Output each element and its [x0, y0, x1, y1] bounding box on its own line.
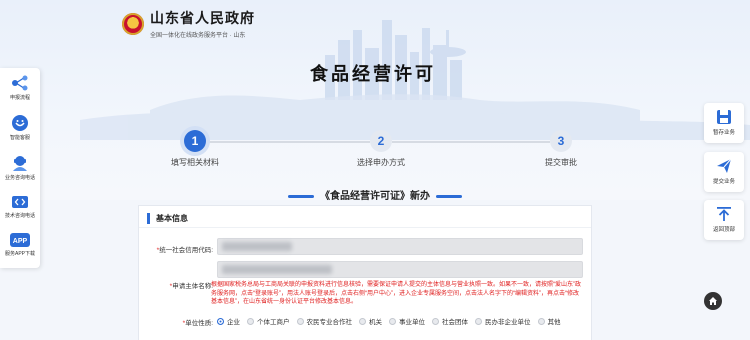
radio-option[interactable]: 机关 [359, 316, 382, 326]
home-button[interactable] [704, 292, 722, 310]
back-to-top-icon [717, 207, 731, 221]
assistant-icon [12, 115, 28, 131]
radio-unchecked-icon [432, 317, 439, 325]
radio-option[interactable]: 农民专业合作社 [296, 316, 352, 326]
save-draft-button[interactable]: 暂存业务 [704, 103, 744, 143]
radio-checked-icon [217, 317, 224, 325]
radio-unchecked-icon [247, 317, 254, 325]
credit-code-label: *统一社会信用代码: [156, 247, 213, 254]
redacted-value [222, 242, 292, 251]
radio-unchecked-icon [359, 317, 366, 325]
left-nav-assistant[interactable]: 智能客服 [0, 114, 40, 141]
send-icon [717, 158, 732, 173]
step-3-circle: 3 [550, 130, 572, 152]
divider [139, 227, 591, 228]
left-nav-business-phone[interactable]: 业务咨询电话 [0, 154, 40, 181]
left-floating-nav: 申报流程 智能客服 业务咨询电话 技术咨询电话 APP 服务APP下载 [0, 68, 40, 268]
submit-button[interactable]: 提交业务 [704, 152, 744, 192]
radio-unchecked-icon [389, 317, 396, 325]
radio-option[interactable]: 民办非企业单位 [475, 316, 531, 326]
flow-icon [12, 75, 28, 91]
site-subtitle: 全国一体化在线政务服务平台 · 山东 [150, 33, 246, 39]
svg-text:APP: APP [13, 238, 28, 245]
radio-unchecked-icon [475, 317, 482, 325]
heading-decoration [288, 194, 314, 198]
app-icon: APP [10, 233, 30, 247]
validation-notice: 根据国家税务总局与工商局关联的申报资料进行信息核验，需要保证申请人提交的主体信息… [211, 282, 581, 305]
entity-name-label: *申请主体名称: [169, 283, 213, 290]
step-1-circle: 1 [184, 130, 206, 152]
radio-option[interactable]: 社会团体 [432, 316, 468, 326]
back-to-top-button[interactable]: 返回顶部 [704, 200, 744, 240]
government-emblem-icon [122, 12, 144, 35]
left-nav-tech-phone[interactable]: 技术咨询电话 [0, 194, 40, 219]
step-1-label: 填写相关材料 [171, 158, 219, 167]
left-nav-flow[interactable]: 申报流程 [0, 74, 40, 101]
radio-option[interactable]: 企业 [217, 316, 240, 326]
site-brand[interactable]: 山东省人民政府 全国一体化在线政务服务平台 · 山东 [122, 8, 255, 39]
home-icon [709, 297, 717, 305]
step-2-circle: 2 [370, 130, 392, 152]
unit-nature-radio-group: 企业 个体工商户 农民专业合作社 机关 事业单位 社会团体 民办非企业单位 其他 [217, 316, 561, 326]
basic-info-card: 基本信息 *统一社会信用代码: *申请主体名称: 根据国家税务总局与工商局关联的… [138, 205, 592, 340]
form-heading: 《食品经营许可证》新办 [0, 187, 750, 202]
unit-nature-label: *单位性质: [182, 320, 213, 327]
code-icon [12, 196, 28, 208]
step-3-label: 提交审批 [545, 158, 577, 167]
progress-steps: 1 填写相关材料 2 选择申办方式 3 提交审批 [0, 130, 750, 180]
radio-option[interactable]: 事业单位 [389, 316, 425, 326]
step-connector [392, 141, 550, 143]
section-title: 基本信息 [147, 213, 188, 224]
credit-code-field[interactable] [217, 238, 583, 255]
site-name: 山东省人民政府 [150, 10, 255, 26]
radio-option[interactable]: 其他 [537, 316, 561, 326]
redacted-value [222, 265, 332, 274]
heading-decoration [436, 194, 462, 198]
step-connector [206, 141, 370, 143]
page-title: 食品经营许可 [310, 64, 436, 85]
step-2-label: 选择申办方式 [357, 158, 405, 167]
radio-unchecked-icon [537, 317, 545, 325]
consult-icon [13, 156, 27, 171]
left-nav-app-download[interactable]: APP 服务APP下载 [0, 232, 40, 257]
save-icon [717, 110, 731, 124]
form-heading-text: 《食品经营许可证》新办 [320, 191, 430, 202]
radio-option[interactable]: 个体工商户 [247, 316, 290, 326]
entity-name-field[interactable] [217, 261, 583, 278]
radio-unchecked-icon [296, 317, 304, 325]
